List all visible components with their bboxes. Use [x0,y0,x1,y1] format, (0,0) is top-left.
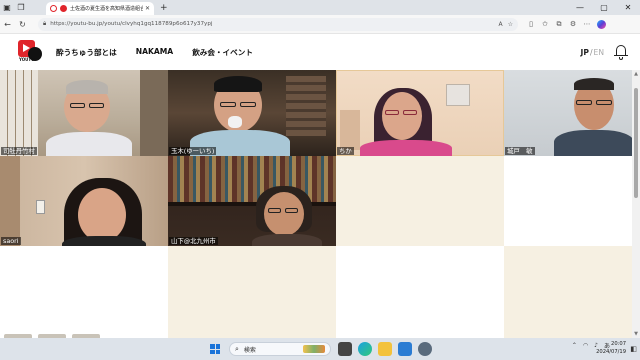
settings-icon[interactable] [418,342,432,356]
scroll-down-icon[interactable]: ▼ [632,331,640,337]
lang-jp[interactable]: JP [581,48,589,57]
notification-bell-icon[interactable] [614,44,628,60]
record-icon [50,5,57,12]
participant-name: 山下@北九州市 [169,237,218,245]
video-tile[interactable]: 玉木(ゆーいち) [168,70,336,156]
show-hidden-icons-icon[interactable]: ⌃ [572,342,577,349]
participant-name: 玉木(ゆーいち) [169,147,217,155]
video-tile[interactable]: 城戸 敏 [504,70,632,156]
logo-text: YOUTU [19,57,35,62]
store-icon[interactable] [398,342,412,356]
empty-tile [504,246,632,338]
lang-en[interactable]: EN [594,48,604,57]
more-menu-icon[interactable]: ⋯ [580,20,594,29]
read-aloud-icon[interactable]: A [499,21,503,28]
tab-actions-icon[interactable]: ❐ [14,0,28,15]
taskbar-search[interactable]: ⌕ 検索 [229,342,331,356]
file-explorer-icon[interactable] [378,342,392,356]
scroll-up-icon[interactable]: ▲ [632,71,640,77]
play-icon [23,44,30,52]
browser-tab-active[interactable]: 土佐酒の夏生酒を高知県酒造組合 ✕ [46,2,154,15]
split-screen-icon[interactable]: ▯ [524,20,538,29]
edge-browser-icon[interactable] [358,342,372,356]
nav-nakama[interactable]: NAKAMA [136,47,173,58]
url-text: https://youtu-bu.jp/youtu/clvyhq1gq11878… [50,21,213,27]
video-tile[interactable]: saori [0,156,168,246]
notification-center-icon[interactable]: ◧ [630,345,637,353]
address-bar[interactable]: 🔒︎ https://youtu-bu.jp/youtu/clvyhq1gq11… [38,17,518,31]
taskbar-apps [338,342,438,356]
task-view-icon[interactable] [338,342,352,356]
participant-name: saori [1,237,21,245]
site-header: YOUTU 酔うちゅう部とは NAKAMA 飲み会・イベント JP/EN [0,34,640,70]
empty-tile [168,246,336,338]
screen: ▣ ❐ 土佐酒の夏生酒を高知県酒造組合 ✕ + — ▢ ✕ ← ↻ 🔒︎ htt… [0,0,640,360]
browser-tools: ▯ ✩ ⧉ ⚙ ⋯ [524,20,594,29]
favorites-icon[interactable]: ✩ [538,20,552,29]
site-favicon-icon [60,5,67,12]
video-tile-active-speaker[interactable]: ちか [336,70,504,156]
empty-tile [336,246,504,338]
start-windows-icon[interactable] [210,344,220,354]
wifi-icon[interactable]: ◠ [583,342,588,349]
scrollbar-thumb[interactable] [634,88,638,198]
video-grid: 司牡丹竹村 玉木(ゆーいち) ちか 城戸 敏 saori 山下@北九州市 [0,70,632,338]
new-tab-icon[interactable]: + [160,3,168,13]
copilot-icon[interactable] [597,19,606,29]
participant-name: 司牡丹竹村 [1,147,37,155]
tab-title: 土佐酒の夏生酒を高知県酒造組合 [70,6,143,12]
site-logo[interactable]: YOUTU [18,40,44,64]
video-tile[interactable]: 山下@北九州市 [168,156,336,246]
minimize-icon[interactable]: — [568,3,592,12]
refresh-icon[interactable]: ↻ [15,20,30,29]
collections-icon[interactable]: ⧉ [552,20,566,29]
windows-taskbar: ⌕ 検索 ⌃ ◠ ♪ あ 20:07 2024/07/19 ◧ [0,338,640,360]
browser-toolbar: ← ↻ 🔒︎ https://youtu-bu.jp/youtu/clvyhq1… [0,15,640,34]
extensions-icon[interactable]: ⚙ [566,20,580,29]
close-tab-icon[interactable]: ✕ [145,5,150,12]
back-icon[interactable]: ← [0,20,15,29]
taskbar-clock[interactable]: 20:07 2024/07/19 [596,341,626,356]
participant-name: ちか [337,147,354,155]
video-tile[interactable]: 司牡丹竹村 [0,70,168,156]
close-window-icon[interactable]: ✕ [616,3,640,12]
window-menu-icon[interactable]: ▣ [0,0,14,15]
browser-tab-strip: ▣ ❐ 土佐酒の夏生酒を高知県酒造組合 ✕ + — ▢ ✕ [0,0,640,15]
language-switch: JP/EN [580,47,604,57]
maximize-icon[interactable]: ▢ [592,3,616,12]
clock-date: 2024/07/19 [596,348,626,355]
empty-tile [504,156,632,246]
main-nav: 酔うちゅう部とは NAKAMA 飲み会・イベント [56,47,272,58]
search-icon: ⌕ [235,344,239,353]
window-controls: — ▢ ✕ [568,3,640,12]
participant-name: 城戸 敏 [505,147,535,155]
favorite-star-icon[interactable]: ☆ [508,21,513,28]
search-highlight-image [303,345,325,353]
empty-tile [336,156,504,246]
empty-tile [0,246,168,338]
lock-icon[interactable]: 🔒︎ [43,20,46,28]
clock-time: 20:07 [611,341,626,347]
nav-events[interactable]: 飲み会・イベント [192,47,253,58]
nav-about[interactable]: 酔うちゅう部とは [56,47,117,58]
search-placeholder: 検索 [243,346,256,354]
page-scrollbar[interactable]: ▲ ▼ [632,70,640,338]
